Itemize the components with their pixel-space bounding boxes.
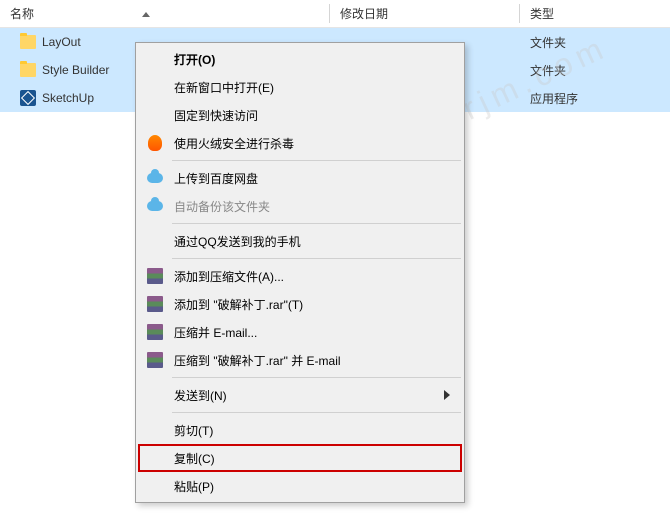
sort-ascending-icon — [142, 12, 150, 17]
fire-icon — [148, 135, 162, 151]
file-name: Style Builder — [42, 63, 109, 77]
menu-upload-baidu[interactable]: 上传到百度网盘 — [138, 164, 462, 192]
column-name-label: 名称 — [10, 5, 34, 22]
file-type: 文件夹 — [520, 34, 670, 51]
menu-separator — [172, 223, 461, 224]
cloud-icon — [147, 201, 163, 211]
menu-separator — [172, 258, 461, 259]
menu-rar-add-named[interactable]: 添加到 "破解补丁.rar"(T) — [138, 290, 462, 318]
menu-copy[interactable]: 复制(C) — [138, 444, 462, 472]
menu-rar-add[interactable]: 添加到压缩文件(A)... — [138, 262, 462, 290]
rar-icon — [147, 324, 163, 340]
menu-separator — [172, 160, 461, 161]
menu-auto-backup[interactable]: 自动备份该文件夹 — [138, 192, 462, 220]
column-date[interactable]: 修改日期 — [330, 0, 520, 27]
menu-rar-email[interactable]: 压缩并 E-mail... — [138, 318, 462, 346]
context-menu: 打开(O) 在新窗口中打开(E) 固定到快速访问 使用火绒安全进行杀毒 上传到百… — [135, 42, 465, 503]
file-type: 文件夹 — [520, 62, 670, 79]
chevron-right-icon — [444, 390, 450, 400]
menu-scan-virus[interactable]: 使用火绒安全进行杀毒 — [138, 129, 462, 157]
menu-send-to[interactable]: 发送到(N) — [138, 381, 462, 409]
rar-icon — [147, 352, 163, 368]
file-type: 应用程序 — [520, 90, 670, 107]
menu-paste[interactable]: 粘贴(P) — [138, 472, 462, 500]
menu-new-window[interactable]: 在新窗口中打开(E) — [138, 73, 462, 101]
column-name[interactable]: 名称 — [0, 0, 330, 27]
file-name: LayOut — [42, 35, 81, 49]
menu-cut[interactable]: 剪切(T) — [138, 416, 462, 444]
cloud-icon — [147, 173, 163, 183]
menu-qq-send[interactable]: 通过QQ发送到我的手机 — [138, 227, 462, 255]
menu-open[interactable]: 打开(O) — [138, 45, 462, 73]
folder-icon — [20, 35, 36, 49]
sketchup-icon — [20, 90, 36, 106]
menu-rar-compress-email[interactable]: 压缩到 "破解补丁.rar" 并 E-mail — [138, 346, 462, 374]
column-headers: 名称 修改日期 类型 — [0, 0, 670, 28]
folder-icon — [20, 63, 36, 77]
rar-icon — [147, 268, 163, 284]
file-name: SketchUp — [42, 91, 94, 105]
menu-separator — [172, 377, 461, 378]
menu-separator — [172, 412, 461, 413]
column-type-label: 类型 — [530, 5, 554, 22]
column-date-label: 修改日期 — [340, 5, 388, 22]
column-type[interactable]: 类型 — [520, 0, 670, 27]
rar-icon — [147, 296, 163, 312]
menu-pin-quick-access[interactable]: 固定到快速访问 — [138, 101, 462, 129]
